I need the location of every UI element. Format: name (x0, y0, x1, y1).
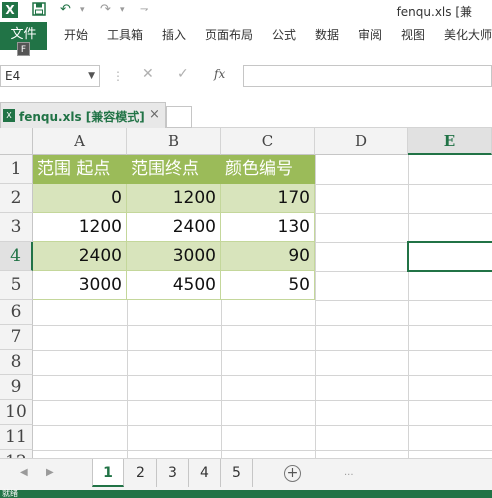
row-header[interactable]: 3 (0, 213, 33, 242)
more-sheets-icon[interactable]: ... (344, 467, 354, 478)
undo-icon[interactable]: ↶ (60, 2, 71, 18)
add-sheet-icon[interactable]: + (284, 465, 301, 482)
name-box-value: E4 (5, 69, 21, 83)
table-cell[interactable]: 3000 (127, 242, 221, 271)
sheet-tab-5[interactable]: 5 (221, 459, 253, 487)
row-header[interactable]: 5 (0, 271, 33, 300)
tab-formulas[interactable]: 公式 (272, 22, 296, 50)
new-document-tab[interactable] (166, 106, 192, 128)
table-cell[interactable]: 50 (221, 271, 315, 300)
file-keytip: F (17, 42, 30, 56)
formula-bar: E4 ▼ ⋮ ✕ ✓ fx (0, 58, 492, 98)
document-tab[interactable]: X fenqu.xls [兼容模式] × (0, 102, 166, 128)
table-cell[interactable]: 2400 (127, 213, 221, 242)
table-cell[interactable]: 0 (33, 184, 127, 213)
redo-icon[interactable]: ↷ (100, 2, 111, 18)
document-tab-label: fenqu.xls [兼容模式] (19, 110, 145, 124)
column-header-e[interactable]: E (408, 128, 492, 155)
excel-logo-icon: X (2, 2, 18, 18)
sheet-scroll-right-icon[interactable]: ▶ (46, 467, 54, 478)
select-all-corner[interactable] (0, 128, 33, 155)
row-header[interactable]: 10 (0, 400, 33, 425)
cancel-entry-button[interactable]: ✕ (142, 66, 154, 82)
excel-file-icon: X (3, 109, 15, 122)
row-header[interactable]: 11 (0, 425, 33, 450)
row-header[interactable]: 6 (0, 300, 33, 325)
tab-review[interactable]: 审阅 (358, 22, 382, 50)
table-cell[interactable]: 1200 (127, 184, 221, 213)
customize-toolbar-icon[interactable]: ⇁ (140, 2, 148, 18)
document-tab-strip: X fenqu.xls [兼容模式] × (0, 102, 492, 128)
row-header[interactable]: 12 (0, 450, 33, 458)
row-header[interactable]: 1 (0, 155, 33, 184)
table-header-cell[interactable]: 范围终点 (127, 155, 221, 184)
row-header[interactable]: 8 (0, 350, 33, 375)
table-cell[interactable]: 4500 (127, 271, 221, 300)
tab-view[interactable]: 视图 (401, 22, 425, 50)
save-icon[interactable] (32, 2, 46, 18)
formula-bar-grip-icon: ⋮ (112, 69, 124, 83)
table-cell[interactable]: 130 (221, 213, 315, 242)
name-box[interactable]: E4 ▼ (0, 65, 100, 87)
tab-insert[interactable]: 插入 (162, 22, 186, 50)
tab-page-layout[interactable]: 页面布局 (205, 22, 253, 50)
spreadsheet-grid: A B C D E 1 2 3 4 5 6 7 8 9 10 11 12 (0, 128, 492, 458)
formula-input[interactable] (243, 65, 492, 87)
active-cell-e4[interactable] (407, 241, 492, 272)
status-bar: 就绪 (0, 489, 492, 498)
column-header-c[interactable]: C (221, 128, 315, 155)
tab-beautify[interactable]: 美化大师 (444, 22, 492, 50)
sheet-tab-bar: ◀ ▶ 1 2 3 4 5 + ... (0, 458, 492, 490)
undo-dropdown-icon[interactable]: ▾ (80, 2, 85, 18)
table-cell[interactable]: 3000 (33, 271, 127, 300)
tab-data[interactable]: 数据 (315, 22, 339, 50)
redo-dropdown-icon[interactable]: ▾ (120, 2, 125, 18)
sheet-tab-3[interactable]: 3 (157, 459, 189, 487)
sheet-tab-1[interactable]: 1 (92, 459, 124, 487)
sheet-scroll-left-icon[interactable]: ◀ (20, 467, 28, 478)
sheet-tab-4[interactable]: 4 (189, 459, 221, 487)
close-icon[interactable]: × (149, 107, 160, 122)
enter-entry-button[interactable]: ✓ (177, 66, 189, 82)
row-header[interactable]: 7 (0, 325, 33, 350)
column-header-a[interactable]: A (33, 128, 127, 155)
tab-toolbox[interactable]: 工具箱 (107, 22, 143, 50)
row-header[interactable]: 9 (0, 375, 33, 400)
sheet-tab-2[interactable]: 2 (125, 459, 157, 487)
table-cell[interactable]: 1200 (33, 213, 127, 242)
table-cell[interactable]: 90 (221, 242, 315, 271)
ribbon-tabs: 文件 F 开始 工具箱 插入 页面布局 公式 数据 审阅 视图 美化大师 (0, 22, 492, 56)
insert-function-button[interactable]: fx (214, 67, 225, 81)
tab-home[interactable]: 开始 (64, 22, 88, 50)
chevron-down-icon[interactable]: ▼ (88, 66, 95, 86)
status-text: 就绪 (2, 489, 18, 498)
column-header-b[interactable]: B (127, 128, 221, 155)
table-header-cell[interactable]: 范围 起点 (33, 155, 127, 184)
table-header-cell[interactable]: 颜色编号 (221, 155, 315, 184)
window-title: fenqu.xls [兼 (396, 5, 472, 19)
title-bar: X ↶ ▾ ↷ ▾ ⇁ fenqu.xls [兼 (0, 0, 492, 22)
row-header[interactable]: 2 (0, 184, 33, 213)
table-cell[interactable]: 170 (221, 184, 315, 213)
column-header-d[interactable]: D (315, 128, 408, 155)
table-cell[interactable]: 2400 (33, 242, 127, 271)
row-header[interactable]: 4 (0, 242, 33, 271)
